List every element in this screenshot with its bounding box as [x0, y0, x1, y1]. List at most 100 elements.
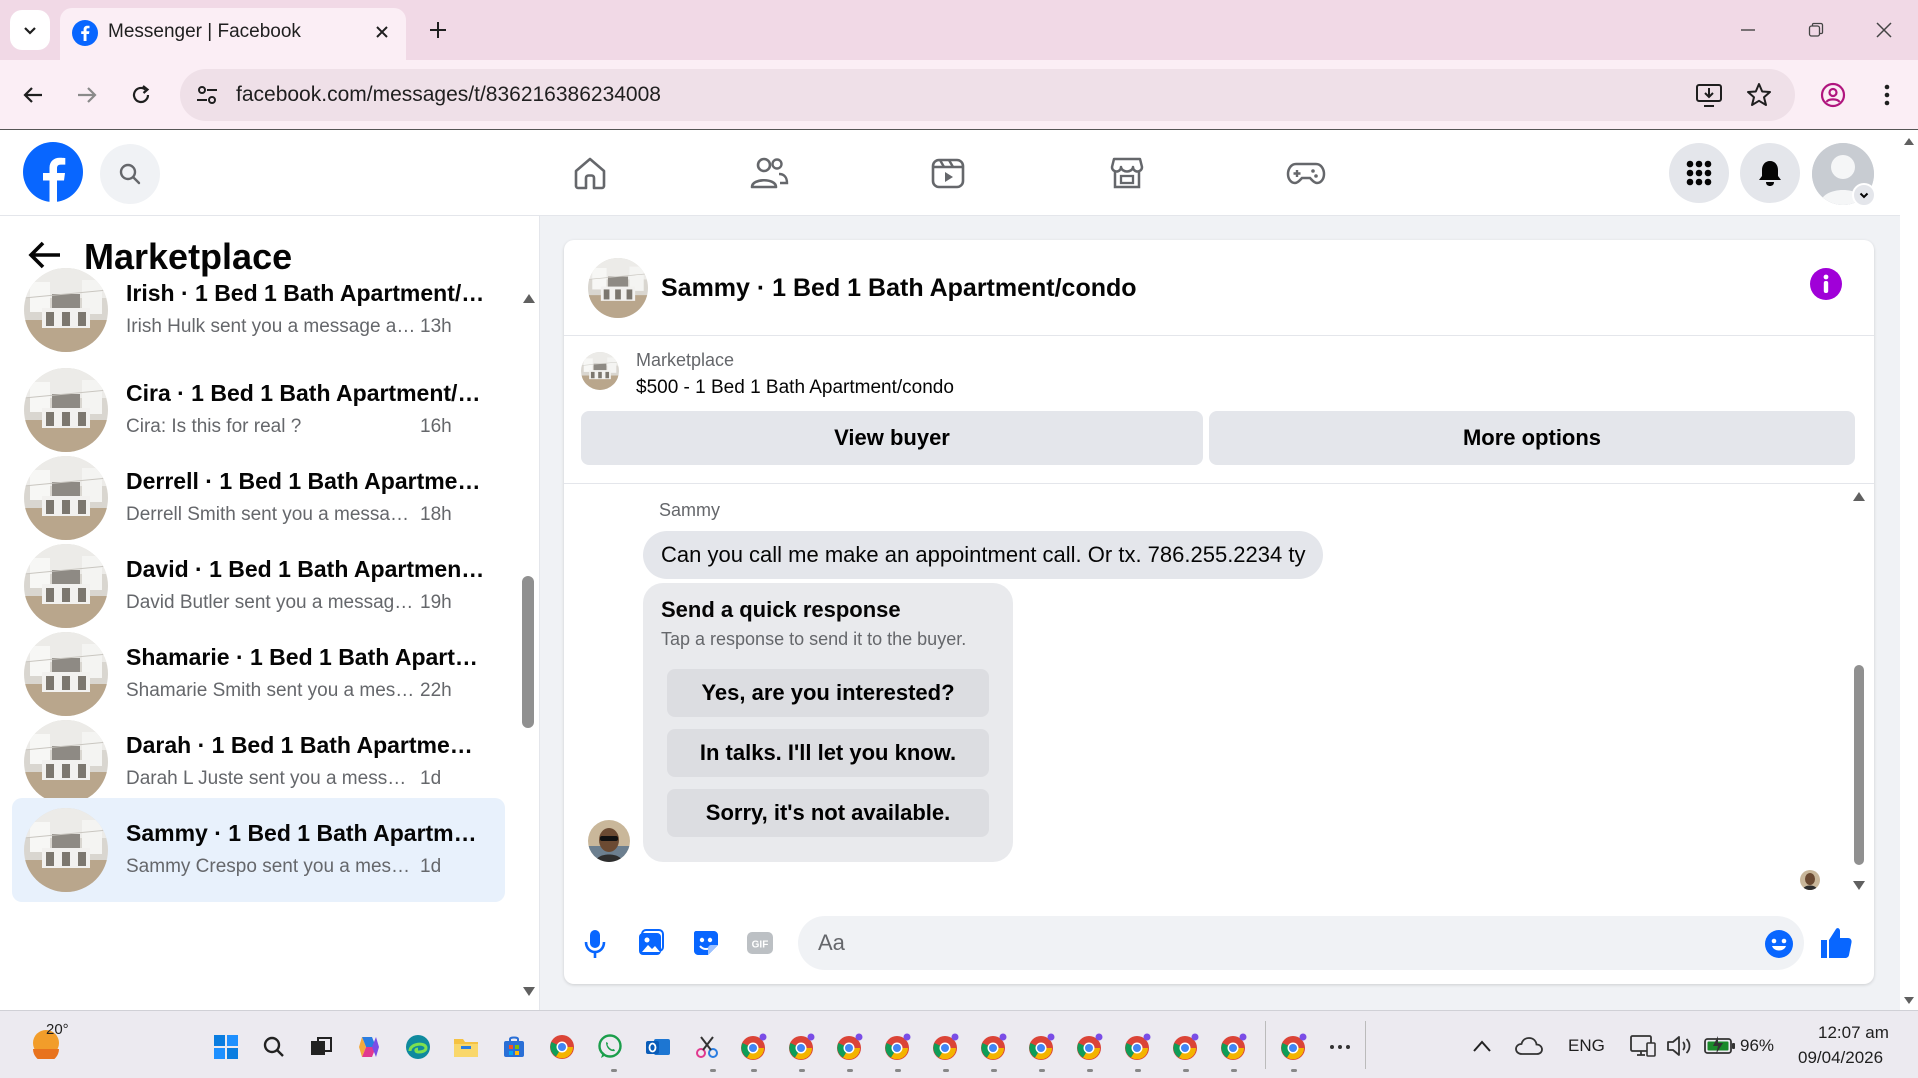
emoji-icon[interactable] — [1764, 929, 1794, 959]
reload-button[interactable] — [124, 78, 158, 112]
sender-avatar[interactable] — [588, 820, 630, 862]
bookmark-star-icon[interactable] — [1746, 82, 1772, 108]
nav-gaming[interactable] — [1281, 150, 1331, 196]
taskbar-chrome-window-button[interactable] — [740, 1033, 768, 1061]
tab-search-button[interactable] — [10, 10, 50, 50]
view-buyer-button[interactable]: View buyer — [581, 411, 1203, 465]
close-window-button[interactable] — [1868, 14, 1900, 46]
menu-grid-button[interactable] — [1669, 143, 1729, 203]
facebook-logo-icon[interactable] — [23, 142, 83, 202]
taskbar-overflow-button[interactable] — [1326, 1033, 1354, 1061]
listing-thumbnail[interactable] — [588, 258, 648, 318]
input-language[interactable]: ENG — [1568, 1036, 1605, 1056]
onedrive-cloud-icon[interactable] — [1515, 1036, 1543, 1056]
taskbar-start-button[interactable] — [212, 1033, 240, 1061]
listing-small-thumbnail[interactable] — [581, 352, 619, 390]
battery-charging-icon[interactable] — [1704, 1035, 1736, 1055]
scroll-down-arrow-icon[interactable] — [522, 986, 536, 998]
scroll-up-arrow-icon[interactable] — [522, 292, 536, 304]
new-tab-button[interactable] — [424, 16, 452, 44]
taskbar-chrome-button[interactable] — [548, 1033, 576, 1061]
taskbar-chrome-window-button[interactable] — [980, 1033, 1008, 1061]
forward-button[interactable] — [70, 78, 104, 112]
close-icon — [376, 26, 388, 38]
chat-panel: Sammy · 1 Bed 1 Bath Apartment/condo Mar… — [564, 240, 1874, 984]
page-scrollbar[interactable] — [1900, 130, 1918, 1010]
account-menu-chevron[interactable] — [1852, 183, 1876, 207]
conversation-item[interactable]: Sammy · 1 Bed 1 Bath Apartment/condo Samm… — [12, 798, 505, 902]
taskbar-file-explorer-button[interactable] — [452, 1033, 480, 1061]
url-text[interactable]: facebook.com/messages/t/836216386234008 — [236, 83, 661, 107]
taskbar-edge-button[interactable] — [404, 1033, 432, 1061]
taskbar-chrome-window-button[interactable] — [1220, 1033, 1248, 1061]
taskbar-chrome-window-button[interactable] — [932, 1033, 960, 1061]
clock-date[interactable]: 09/04/2026 — [1798, 1048, 1883, 1068]
gaming-controller-icon — [1286, 162, 1326, 185]
chat-title[interactable]: Sammy · 1 Bed 1 Bath Apartment/condo — [661, 274, 1137, 303]
more-options-button[interactable]: More options — [1209, 411, 1855, 465]
taskbar-chrome-window-button[interactable] — [788, 1033, 816, 1061]
thumbs-up-icon[interactable] — [1819, 926, 1853, 960]
install-app-icon[interactable] — [1695, 82, 1723, 108]
listing-price-title[interactable]: $500 - 1 Bed 1 Bath Apartment/condo — [636, 377, 954, 399]
taskbar-chrome-window-button[interactable] — [1172, 1033, 1200, 1061]
taskbar-chrome-window-button[interactable] — [884, 1033, 912, 1061]
taskbar-snipping-tool-button[interactable] — [693, 1033, 721, 1061]
quick-response-option[interactable]: In talks. I'll let you know. — [667, 729, 989, 777]
taskbar-chrome-window-button[interactable] — [1028, 1033, 1056, 1061]
running-indicator — [611, 1069, 617, 1072]
taskbar-store-button[interactable] — [500, 1033, 528, 1061]
site-info-icon[interactable] — [194, 82, 220, 108]
taskbar-copilot-button[interactable] — [355, 1033, 383, 1061]
sticker-icon[interactable] — [692, 929, 720, 957]
taskbar-whatsapp-button[interactable] — [596, 1033, 624, 1061]
taskbar-chrome-window-button[interactable] — [836, 1033, 864, 1061]
nav-video[interactable] — [923, 150, 973, 196]
scroll-down-arrow-icon[interactable] — [1852, 880, 1866, 892]
volume-icon[interactable] — [1666, 1034, 1694, 1058]
quick-response-option[interactable]: Yes, are you interested? — [667, 669, 989, 717]
chevron-up-icon[interactable] — [1472, 1039, 1492, 1053]
nav-friends[interactable] — [744, 150, 794, 196]
scroll-down-arrow-icon[interactable] — [1903, 996, 1915, 1006]
taskbar-outlook-button[interactable] — [644, 1033, 672, 1061]
apartment-photo-icon — [24, 632, 108, 716]
nav-home[interactable] — [565, 150, 615, 196]
minimize-button[interactable] — [1732, 14, 1764, 46]
info-icon[interactable] — [1810, 268, 1842, 300]
taskbar-search-button[interactable] — [260, 1033, 288, 1061]
taskbar-chrome-window-button[interactable] — [1124, 1033, 1152, 1061]
facebook-search-button[interactable] — [100, 144, 160, 204]
display-network-icon[interactable] — [1630, 1034, 1656, 1058]
conversation-time: 22h — [420, 680, 452, 701]
browser-tab[interactable]: Messenger | Facebook — [60, 8, 406, 60]
scroll-up-arrow-icon[interactable] — [1852, 490, 1866, 502]
message-bubble[interactable]: Can you call me make an appointment call… — [643, 531, 1324, 579]
browser-menu-button[interactable] — [1870, 78, 1904, 112]
conversation-item[interactable]: Irish · 1 Bed 1 Bath Apartment/condo Iris… — [12, 258, 505, 362]
profile-button[interactable] — [1816, 78, 1850, 112]
gif-icon[interactable]: GIF — [746, 929, 774, 957]
taskbar-task-view-button[interactable] — [307, 1033, 335, 1061]
notifications-button[interactable] — [1740, 143, 1800, 203]
running-indicator — [799, 1069, 805, 1072]
address-bar[interactable]: facebook.com/messages/t/836216386234008 — [180, 69, 1795, 121]
tab-close-button[interactable] — [370, 20, 394, 44]
microphone-icon[interactable] — [584, 929, 606, 959]
more-vertical-icon — [1884, 84, 1890, 106]
taskbar-chrome-window-button[interactable] — [1280, 1033, 1308, 1061]
nav-marketplace[interactable] — [1102, 150, 1152, 196]
sidebar-scroll-thumb[interactable] — [522, 576, 534, 728]
photo-icon[interactable] — [637, 929, 665, 957]
clock-time[interactable]: 12:07 am — [1818, 1023, 1889, 1043]
quick-response-option[interactable]: Sorry, it's not available. — [667, 789, 989, 837]
message-input[interactable] — [798, 916, 1804, 970]
weather-temperature[interactable]: 20° — [46, 1021, 69, 1038]
taskbar-chrome-window-button[interactable] — [1076, 1033, 1104, 1061]
thread-scroll-thumb[interactable] — [1854, 665, 1864, 865]
apartment-photo-icon — [24, 544, 108, 628]
back-button[interactable] — [16, 78, 50, 112]
restore-button[interactable] — [1800, 14, 1832, 46]
scroll-up-arrow-icon[interactable] — [1903, 136, 1915, 146]
battery-percent[interactable]: 96% — [1740, 1036, 1774, 1056]
